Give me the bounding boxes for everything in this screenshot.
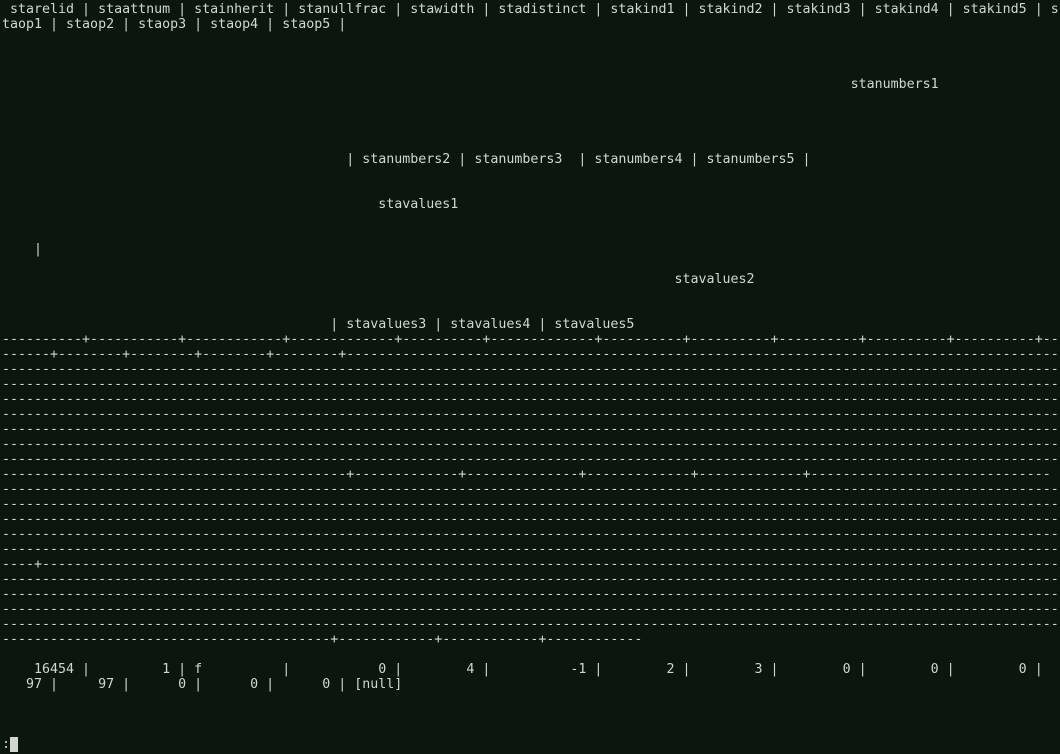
divider-line: ----------------------------------------…	[2, 632, 643, 647]
terminal-window[interactable]: starelid | staattnum | stainherit | stan…	[0, 0, 1060, 754]
divider-line: ----------------------------------------…	[2, 392, 1059, 407]
header-stanumbers1: stanumbers1	[2, 77, 939, 92]
header-stavalues-line: | stavalues3 | stavalues4 | stavalues5	[2, 317, 635, 332]
pager-prompt[interactable]: :	[2, 737, 10, 752]
data-row-wrap-line: 97 | 97 | 0 | 0 | 0 | [null]	[2, 677, 403, 692]
divider-line: ----------------------------------------…	[2, 572, 1059, 587]
divider-line: ----------------------------------------…	[2, 467, 1051, 482]
divider-line: ----------------------------------------…	[2, 617, 1059, 632]
header-separator-pipe: |	[2, 242, 43, 257]
divider-line: ----------------------------------------…	[2, 377, 1059, 392]
header-stavalues1: stavalues1	[2, 197, 459, 212]
header-stavalues2: stavalues2	[2, 272, 755, 287]
divider-line: ----------+-----------+------------+----…	[2, 332, 1059, 347]
divider-line: ----------------------------------------…	[2, 542, 1059, 557]
header-columns-wrap-line: taop1 | staop2 | staop3 | staop4 | staop…	[2, 17, 347, 32]
divider-line: ----------------------------------------…	[2, 422, 1059, 437]
divider-line: ----------------------------------------…	[2, 407, 1059, 422]
cursor-block	[10, 737, 18, 752]
divider-line: ----------------------------------------…	[2, 587, 1059, 602]
header-columns-line: starelid | staattnum | stainherit | stan…	[2, 2, 1059, 17]
divider-line: ----------------------------------------…	[2, 512, 1059, 527]
divider-line: ----------------------------------------…	[2, 437, 1059, 452]
divider-line: ----------------------------------------…	[2, 482, 1059, 497]
divider-line: ------+--------+--------+--------+------…	[2, 347, 1060, 362]
divider-line: ----------------------------------------…	[2, 362, 1059, 377]
divider-line: ----------------------------------------…	[2, 452, 1059, 467]
divider-line: ----------------------------------------…	[2, 602, 1059, 617]
divider-line: ----------------------------------------…	[2, 527, 1059, 542]
data-row-line: 16454 | 1 | f | 0 | 4 | -1 | 2 | 3 | 0 |…	[2, 662, 1043, 677]
divider-line: ----------------------------------------…	[2, 497, 1059, 512]
header-stanumbers-line: | stanumbers2 | stanumbers3 | stanumbers…	[2, 152, 811, 167]
divider-line: ----+-----------------------------------…	[2, 557, 1059, 572]
